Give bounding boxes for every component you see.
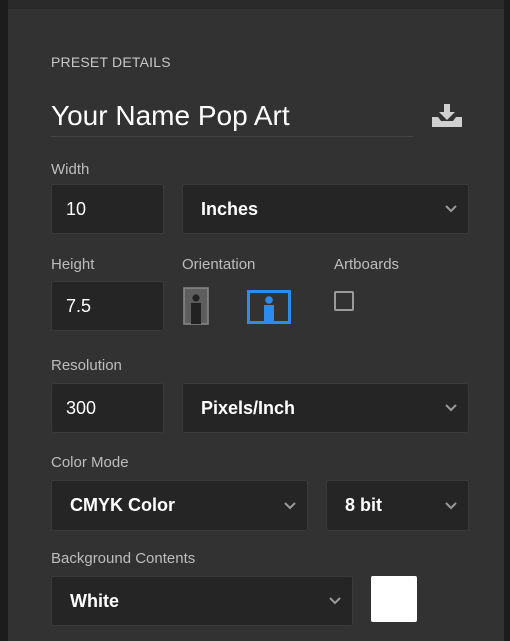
resolution-unit-select[interactable]: Pixels/Inch — [182, 383, 469, 433]
section-title: PRESET DETAILS — [51, 54, 171, 70]
width-value: 10 — [66, 198, 87, 219]
artboards-checkbox[interactable] — [334, 291, 354, 311]
chevron-down-icon — [328, 594, 342, 608]
resolution-unit-value: Pixels/Inch — [201, 397, 296, 418]
width-label: Width — [51, 161, 90, 178]
portrait-orientation-button[interactable] — [182, 287, 210, 325]
background-contents-select[interactable]: White — [51, 576, 353, 626]
width-unit-select[interactable]: Inches — [182, 184, 469, 234]
width-unit-value: Inches — [201, 198, 259, 219]
color-mode-value: CMYK Color — [70, 495, 175, 515]
save-preset-button[interactable] — [429, 101, 465, 131]
orientation-label: Orientation — [182, 256, 256, 273]
resolution-label: Resolution — [51, 357, 122, 374]
portrait-orientation-icon — [183, 287, 209, 325]
background-contents-value: White — [70, 590, 119, 611]
top-strip — [0, 0, 510, 9]
resolution-value: 300 — [66, 397, 97, 418]
width-input[interactable]: 10 — [51, 184, 164, 234]
left-border — [0, 0, 8, 641]
bit-depth-value: 8 bit — [345, 495, 383, 515]
background-color-swatch[interactable] — [371, 576, 417, 622]
landscape-orientation-icon — [247, 290, 291, 324]
height-value: 7.5 — [66, 295, 92, 316]
chevron-down-icon — [444, 401, 458, 415]
artboards-label: Artboards — [334, 256, 400, 273]
bit-depth-select[interactable]: 8 bit — [326, 480, 469, 531]
height-label: Height — [51, 256, 95, 273]
landscape-orientation-button[interactable] — [247, 290, 291, 324]
color-mode-label: Color Mode — [51, 454, 129, 471]
right-border — [504, 0, 510, 641]
save-preset-icon — [432, 104, 462, 127]
chevron-down-icon — [444, 202, 458, 216]
background-contents-label: Background Contents — [51, 550, 196, 567]
resolution-input[interactable]: 300 — [51, 383, 164, 433]
color-mode-select[interactable]: CMYK Color — [51, 480, 308, 531]
chevron-down-icon — [283, 499, 297, 513]
chevron-down-icon — [444, 499, 458, 513]
height-input[interactable]: 7.5 — [51, 281, 164, 331]
preset-name-field[interactable]: Your Name Pop Art — [51, 96, 413, 137]
